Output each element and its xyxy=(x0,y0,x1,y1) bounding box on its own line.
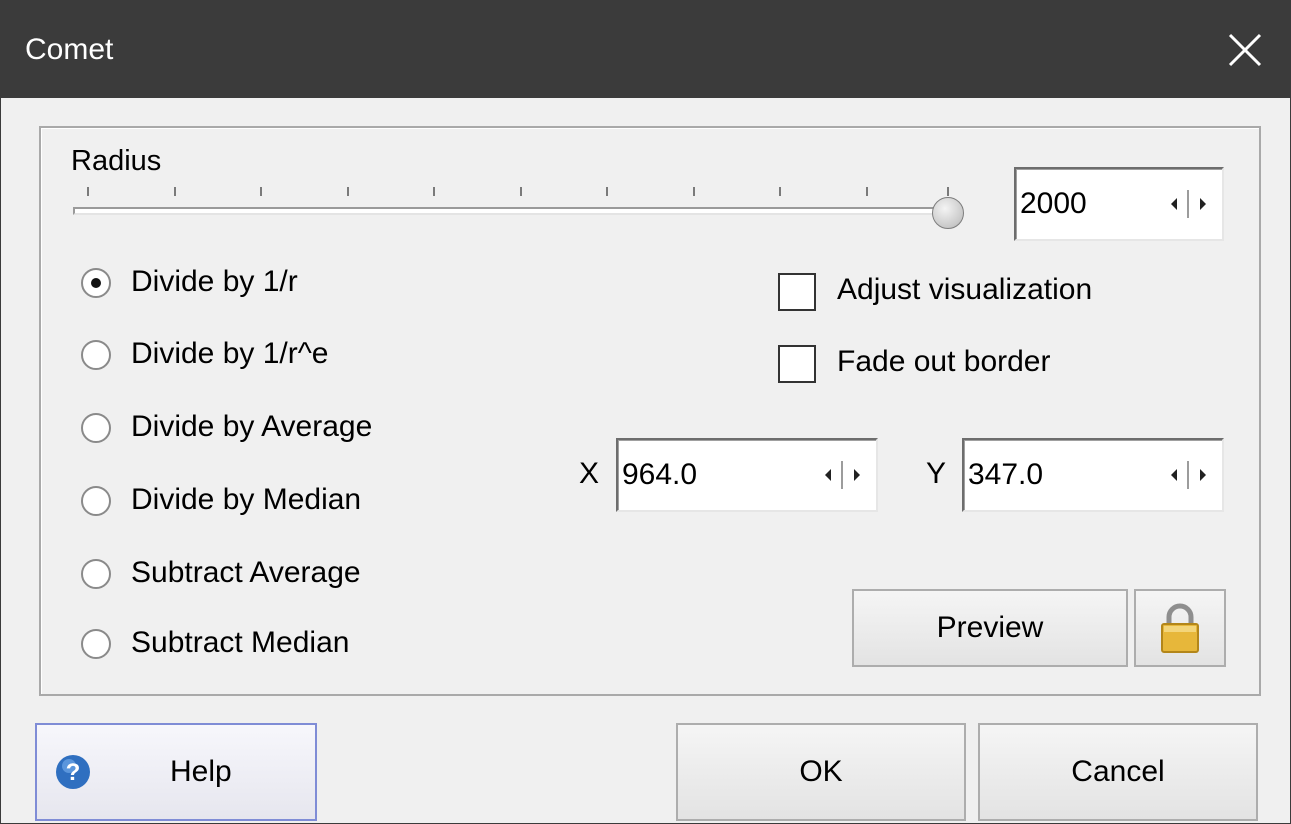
radio-icon xyxy=(81,629,111,659)
adjust-visualization-label[interactable]: Adjust visualization xyxy=(837,273,1092,307)
close-button[interactable] xyxy=(1222,27,1268,73)
preview-button[interactable]: Preview xyxy=(852,589,1128,667)
radius-increment-button[interactable] xyxy=(1189,187,1216,221)
x-label: X xyxy=(579,457,600,490)
y-decrement-button[interactable] xyxy=(1160,458,1187,492)
radio-label[interactable]: Divide by 1/r xyxy=(131,265,298,299)
help-label: Help xyxy=(170,755,232,788)
radio-icon xyxy=(81,340,111,370)
ok-button[interactable]: OK xyxy=(676,723,966,821)
radio-icon xyxy=(81,486,111,516)
slider-tick xyxy=(779,187,781,196)
y-spin-arrows xyxy=(1160,458,1216,492)
arrow-left-icon xyxy=(1170,469,1177,481)
y-label: Y xyxy=(926,457,947,490)
slider-tick xyxy=(260,187,262,196)
arrow-left-icon xyxy=(824,469,831,481)
slider-tick xyxy=(433,187,435,196)
y-value[interactable]: 347.0 xyxy=(968,458,1043,492)
slider-tick xyxy=(866,187,868,196)
window-title: Comet xyxy=(25,33,114,66)
fade-out-border-checkbox[interactable] xyxy=(778,345,816,383)
radius-slider-thumb[interactable] xyxy=(932,197,964,229)
slider-tick xyxy=(347,187,349,196)
radius-slider-track[interactable] xyxy=(73,207,957,215)
slider-tick xyxy=(87,187,89,196)
radio-divide-by-average[interactable] xyxy=(79,411,113,445)
radius-value[interactable]: 2000 xyxy=(1020,187,1087,221)
radio-label[interactable]: Divide by Average xyxy=(131,410,372,444)
y-increment-button[interactable] xyxy=(1189,458,1216,492)
x-spin-arrows xyxy=(814,458,870,492)
radio-subtract-average[interactable] xyxy=(79,557,113,591)
adjust-visualization-checkbox[interactable] xyxy=(778,273,816,311)
slider-tick xyxy=(174,187,176,196)
radio-icon xyxy=(81,559,111,589)
radio-label[interactable]: Divide by Median xyxy=(131,483,361,517)
radio-label[interactable]: Subtract Median xyxy=(131,626,349,660)
x-decrement-button[interactable] xyxy=(814,458,841,492)
radio-divide-by-1-r[interactable] xyxy=(79,266,113,300)
x-spinbox[interactable]: 964.0 xyxy=(616,438,878,512)
slider-tick xyxy=(520,187,522,196)
help-icon: ? xyxy=(56,755,90,789)
arrow-right-icon xyxy=(853,469,860,481)
comet-dialog: Comet Radius 2000 Divide by 1/r Divide b… xyxy=(0,0,1291,824)
lock-icon xyxy=(1161,603,1199,653)
radio-divide-by-1-r-e[interactable] xyxy=(79,338,113,372)
x-value[interactable]: 964.0 xyxy=(622,458,697,492)
slider-tick xyxy=(693,187,695,196)
help-button[interactable]: ? Help xyxy=(35,723,317,821)
close-icon xyxy=(1228,33,1262,67)
y-spinbox[interactable]: 347.0 xyxy=(962,438,1224,512)
radio-label[interactable]: Divide by 1/r^e xyxy=(131,337,329,371)
slider-tick xyxy=(947,187,949,196)
title-bar: Comet xyxy=(1,1,1290,98)
x-increment-button[interactable] xyxy=(843,458,870,492)
arrow-right-icon xyxy=(1199,469,1206,481)
radio-icon xyxy=(81,413,111,443)
radius-decrement-button[interactable] xyxy=(1160,187,1187,221)
lock-button[interactable] xyxy=(1134,589,1226,667)
arrow-right-icon xyxy=(1199,198,1206,210)
cancel-button[interactable]: Cancel xyxy=(978,723,1258,821)
radius-spinbox[interactable]: 2000 xyxy=(1014,167,1224,241)
radio-divide-by-median[interactable] xyxy=(79,484,113,518)
radio-selected-icon xyxy=(81,268,111,298)
fade-out-border-label[interactable]: Fade out border xyxy=(837,345,1050,379)
arrow-left-icon xyxy=(1170,198,1177,210)
radio-label[interactable]: Subtract Average xyxy=(131,556,361,590)
radius-spin-arrows xyxy=(1160,187,1216,221)
svg-text:?: ? xyxy=(66,759,81,786)
radius-label: Radius xyxy=(71,145,162,177)
slider-tick xyxy=(606,187,608,196)
radio-subtract-median[interactable] xyxy=(79,627,113,661)
